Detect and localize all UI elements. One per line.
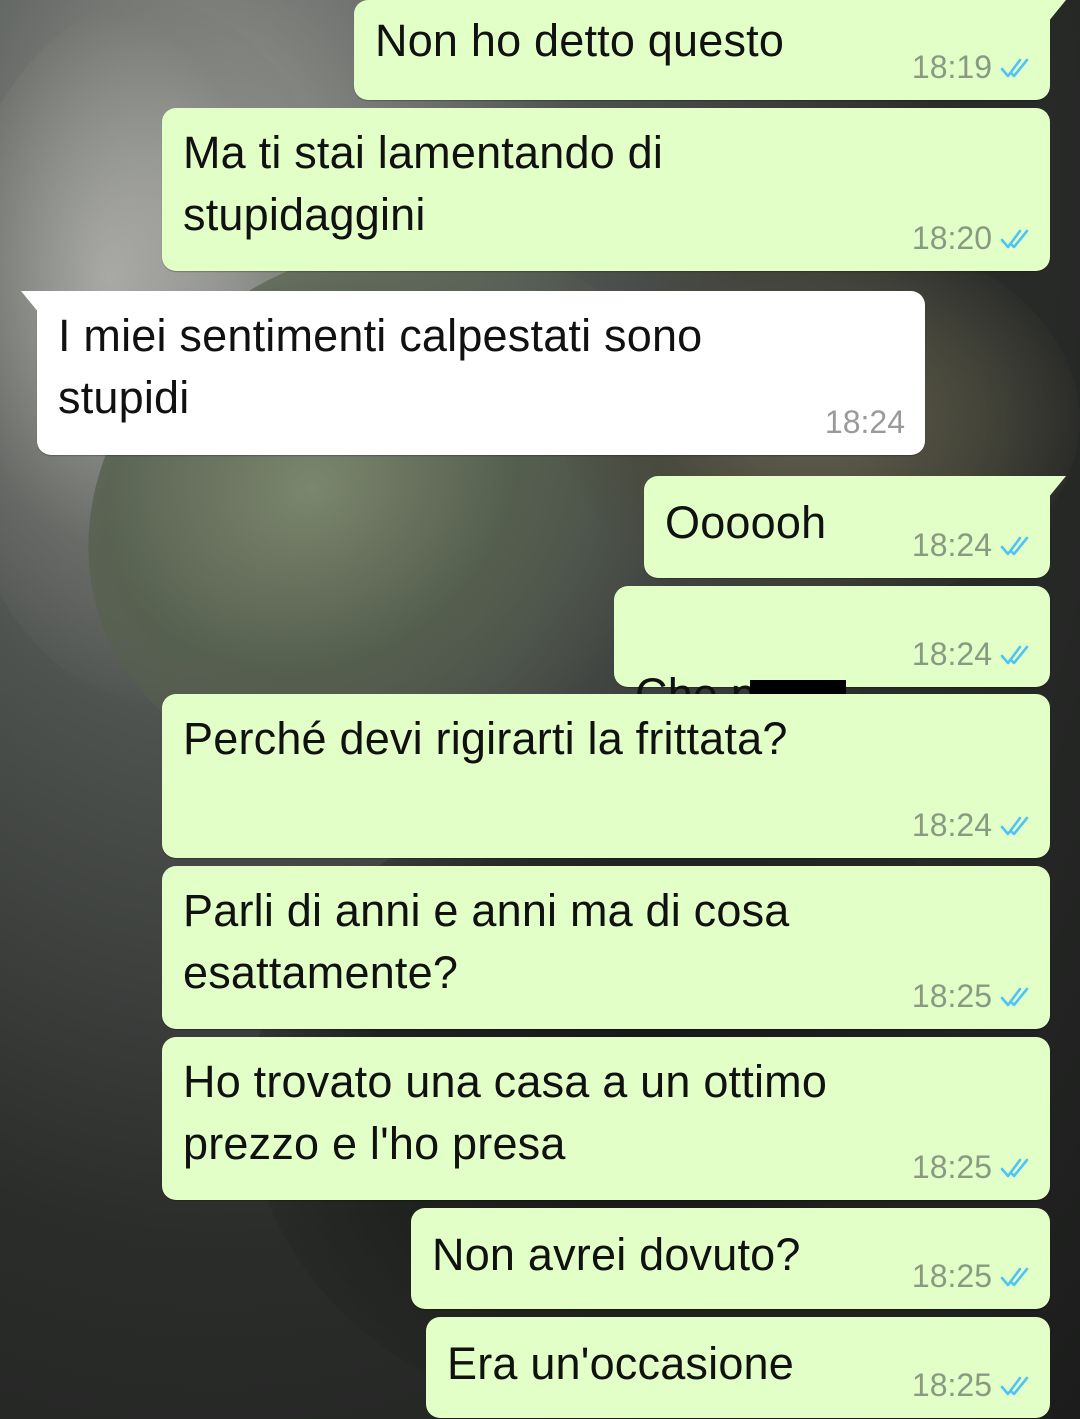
message-text: I miei sentimenti calpestati sono stupid… (58, 310, 703, 423)
message-meta: 18:25 (912, 1258, 1030, 1295)
read-ticks-icon (1000, 229, 1029, 248)
message-meta: 18:24 (912, 807, 1030, 844)
read-ticks-icon (1000, 816, 1029, 835)
message-text: Non ho detto questo (375, 15, 785, 66)
message-time: 18:25 (911, 978, 992, 1014)
message-meta: 18:25 (912, 1367, 1030, 1404)
message-time: 18:24 (911, 807, 992, 843)
read-ticks-icon (1000, 1267, 1029, 1286)
message-time: 18:24 (911, 527, 992, 563)
read-ticks-icon (1000, 645, 1029, 664)
message-meta: 18:24 (912, 527, 1030, 564)
message-meta: 18:24 (825, 404, 905, 441)
message-meta: 18:19 (912, 49, 1030, 86)
message-text: Parli di anni e anni ma di cosa esattame… (183, 885, 790, 998)
message-text: Ma ti stai lamentando di stupidaggini (183, 127, 664, 240)
message-meta: 18:25 (912, 1149, 1030, 1186)
message-bubble-outgoing[interactable]: Non ho detto questo 18:19 (354, 0, 1066, 100)
message-bubble-outgoing[interactable]: Perché devi rigirarti la frittata? 18:24 (162, 694, 1050, 858)
read-ticks-icon (1000, 1158, 1029, 1177)
message-time: 18:24 (824, 404, 905, 440)
read-ticks-icon (1000, 1376, 1029, 1395)
message-time: 18:25 (911, 1367, 992, 1403)
message-meta: 18:24 (912, 636, 1030, 673)
message-meta: 18:20 (912, 220, 1030, 257)
message-time: 18:20 (911, 220, 992, 256)
message-bubble-outgoing[interactable]: Ma ti stai lamentando di stupidaggini 18… (162, 108, 1050, 271)
message-text: Ho trovato una casa a un ottimo prezzo e… (183, 1056, 828, 1169)
message-meta: 18:25 (912, 978, 1030, 1015)
message-time: 18:19 (911, 49, 992, 85)
message-text: Era un'occasione (447, 1338, 795, 1389)
message-bubble-outgoing[interactable]: Era un'occasione 18:25 (426, 1317, 1050, 1418)
message-time: 18:25 (911, 1258, 992, 1294)
message-text: Perché devi rigirarti la frittata? (183, 713, 788, 764)
message-bubble-outgoing[interactable]: Oooooh 18:24 (644, 476, 1066, 578)
message-bubble-outgoing[interactable]: Che p 18:24 (614, 586, 1050, 720)
message-bubble-outgoing[interactable]: Parli di anni e anni ma di cosa esattame… (162, 866, 1050, 1029)
message-time: 18:24 (911, 636, 992, 672)
message-time: 18:25 (911, 1149, 992, 1185)
message-text: Non avrei dovuto? (432, 1229, 801, 1280)
read-ticks-icon (1000, 987, 1029, 1006)
message-bubble-outgoing[interactable]: Non avrei dovuto? 18:25 (411, 1208, 1050, 1309)
read-ticks-icon (1000, 58, 1029, 77)
read-ticks-icon (1000, 536, 1029, 555)
message-bubble-incoming[interactable]: I miei sentimenti calpestati sono stupid… (21, 291, 925, 455)
message-text: Oooooh (665, 497, 827, 548)
message-bubble-outgoing[interactable]: Ho trovato una casa a un ottimo prezzo e… (162, 1037, 1050, 1200)
